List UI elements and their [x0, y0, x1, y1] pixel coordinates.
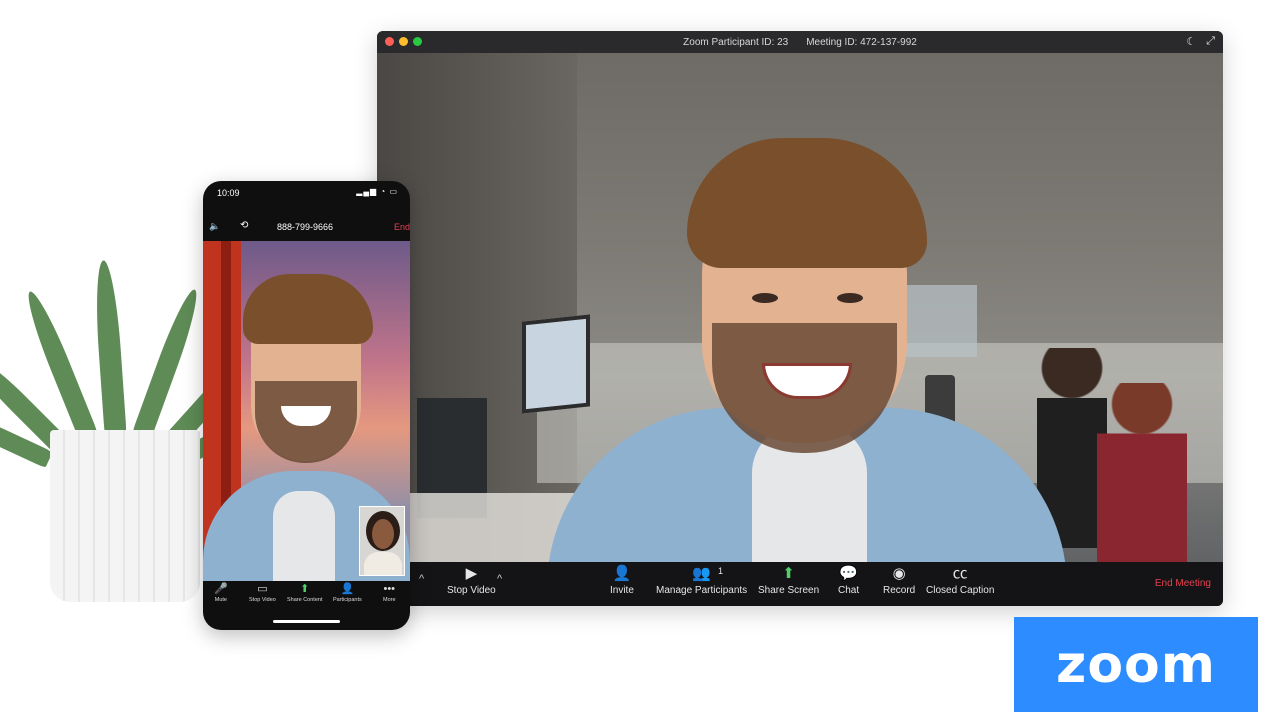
end-meeting-button[interactable]: End Meeting	[1155, 578, 1211, 589]
speaker-icon[interactable]: 🔈	[209, 221, 220, 232]
signal-wifi-battery-icon: ▂▄▆ ◔ ▭	[356, 187, 398, 196]
cc-icon: ㏄	[952, 565, 968, 582]
minimize-window-button[interactable]	[399, 37, 408, 46]
video-camera-icon: ▶	[465, 565, 478, 582]
share-icon: ⬆	[300, 583, 310, 595]
share-screen-icon: ⬆	[782, 565, 795, 582]
record-label: Record	[883, 585, 916, 596]
participants-label: Participants	[333, 597, 362, 603]
mobile-phone-app: 10:09 ▂▄▆ ◔ ▭ 🔈 ⟲ 888-799-9666 End 🎤 Mut…	[203, 181, 410, 630]
meeting-toolbar: ^ ▶ Stop Video ^ 👤 Invite 1 👥 Manage Par…	[377, 562, 1223, 606]
chevron-up-icon[interactable]: ^	[419, 573, 424, 585]
window-controls	[385, 37, 422, 46]
moon-icon[interactable]: ☾	[1186, 35, 1196, 48]
microphone-icon: 🎤	[214, 583, 228, 595]
closed-caption-button[interactable]: ㏄ Closed Caption	[926, 565, 995, 597]
participant-id-label: Zoom Participant ID: 23	[683, 36, 789, 48]
phone-share-content-button[interactable]: ⬆ Share Content	[287, 583, 322, 603]
phone-more-button[interactable]: ••• More	[383, 583, 396, 603]
phone-end-button[interactable]: End	[394, 222, 410, 232]
phone-number-label: 888-799-9666	[277, 222, 334, 232]
share-screen-label: Share Screen	[758, 585, 820, 596]
phone-call-header: 🔈 ⟲ 888-799-9666 End	[203, 216, 410, 240]
speaker-video	[547, 123, 1067, 593]
window-titlebar: Zoom Participant ID: 23 Meeting ID: 472-…	[377, 31, 1223, 53]
share-screen-button[interactable]: ⬆ Share Screen	[758, 565, 820, 597]
phone-stop-video-label: Stop Video	[249, 597, 276, 603]
manage-participants-label: Manage Participants	[656, 585, 748, 596]
main-video-feed	[377, 53, 1223, 593]
potted-plant-image	[0, 240, 272, 610]
stop-video-button[interactable]: ▶ Stop Video	[447, 565, 496, 597]
video-options-chevron-icon[interactable]: ^	[497, 573, 502, 585]
mute-label: Mute	[214, 597, 227, 603]
desktop-meeting-window: Zoom Participant ID: 23 Meeting ID: 472-…	[377, 31, 1223, 606]
manage-participants-button[interactable]: 👥 Manage Participants	[656, 565, 748, 597]
chat-bubble-icon: 💬	[839, 565, 858, 582]
self-view-thumbnail[interactable]	[359, 506, 405, 576]
video-camera-icon: ▭	[257, 583, 268, 595]
zoom-logo-text: zoom	[1056, 634, 1216, 695]
chat-label: Chat	[838, 585, 860, 596]
phone-toolbar: 🎤 Mute ▭ Stop Video ⬆ Share Content 👤 Pa…	[203, 581, 410, 611]
record-button[interactable]: ◉ Record	[883, 565, 916, 597]
closed-caption-label: Closed Caption	[926, 585, 995, 596]
home-indicator	[273, 620, 340, 623]
switch-camera-icon[interactable]: ⟲	[240, 220, 248, 231]
phone-video-feed	[203, 241, 410, 581]
zoom-logo: zoom	[1014, 617, 1258, 712]
phone-stop-video-button[interactable]: ▭ Stop Video	[249, 583, 276, 603]
maximize-window-button[interactable]	[413, 37, 422, 46]
share-content-label: Share Content	[287, 597, 323, 603]
phone-clock: 10:09	[217, 188, 240, 198]
more-label: More	[383, 597, 396, 603]
record-icon: ◉	[892, 565, 906, 582]
stop-video-label: Stop Video	[447, 585, 496, 596]
close-window-button[interactable]	[385, 37, 394, 46]
chat-button[interactable]: 💬 Chat	[838, 565, 860, 597]
invite-label: Invite	[610, 585, 634, 596]
more-dots-icon: •••	[383, 583, 396, 595]
participants-icon: 👤	[340, 583, 355, 595]
meeting-id-label: Meeting ID: 472-137-992	[806, 36, 917, 48]
phone-mute-button[interactable]: 🎤 Mute	[214, 583, 228, 603]
participants-icon: 👥	[692, 565, 711, 582]
invite-button[interactable]: 👤 Invite	[610, 565, 634, 597]
invite-user-icon: 👤	[612, 565, 632, 582]
phone-status-bar: 10:09 ▂▄▆ ◔ ▭	[203, 181, 410, 203]
fullscreen-icon[interactable]: ⤢	[1206, 35, 1215, 48]
phone-participants-button[interactable]: 👤 Participants	[333, 583, 362, 603]
